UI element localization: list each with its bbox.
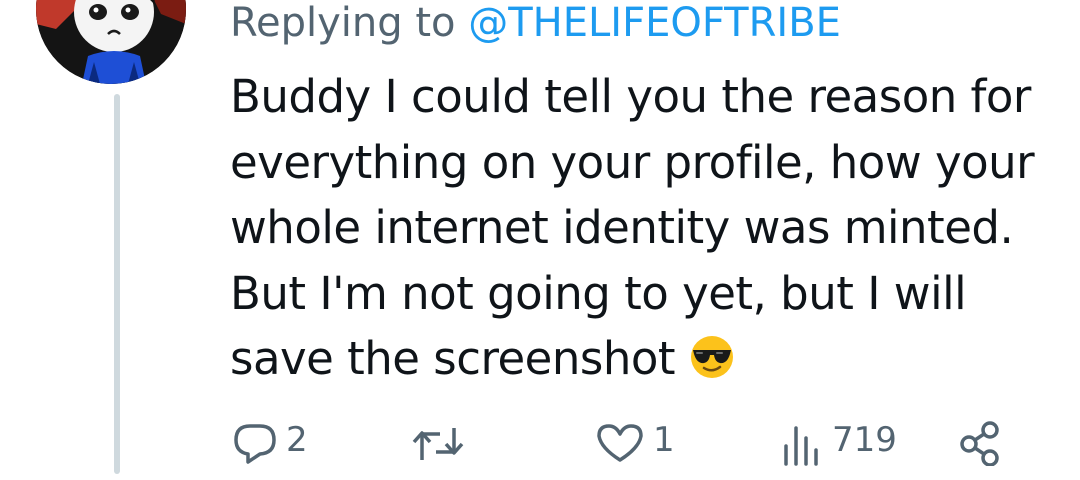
views-button[interactable]: 719: [780, 420, 897, 466]
avatar-image: [36, 0, 186, 84]
avatar[interactable]: [36, 0, 186, 84]
reply-icon: [234, 424, 276, 464]
views-count: 719: [832, 420, 897, 460]
retweet-button[interactable]: [410, 420, 474, 466]
views-icon: [784, 426, 818, 466]
like-button[interactable]: 1: [595, 420, 675, 466]
mention-link[interactable]: @THELIFEOFTRIBE: [468, 0, 841, 46]
share-button[interactable]: [958, 420, 1004, 466]
retweet-icon: [412, 428, 464, 460]
heart-icon: [597, 424, 643, 462]
reply-button[interactable]: 2: [232, 420, 308, 466]
tweet-text: Buddy I could tell you the reason for ev…: [230, 64, 1070, 398]
sunglasses-icon: [690, 336, 733, 378]
replying-to-label: Replying to: [230, 0, 456, 46]
thread-line: [114, 94, 120, 474]
tweet-text-body: Buddy I could tell you the reason for ev…: [230, 70, 1035, 385]
replying-to: Replying to @THELIFEOFTRIBE: [230, 0, 841, 46]
reply-count: 2: [286, 420, 308, 460]
sunglasses-emoji: [689, 332, 735, 398]
action-bar: 2 1 719: [0, 420, 1080, 480]
share-icon: [960, 421, 999, 466]
like-count: 1: [653, 420, 675, 460]
